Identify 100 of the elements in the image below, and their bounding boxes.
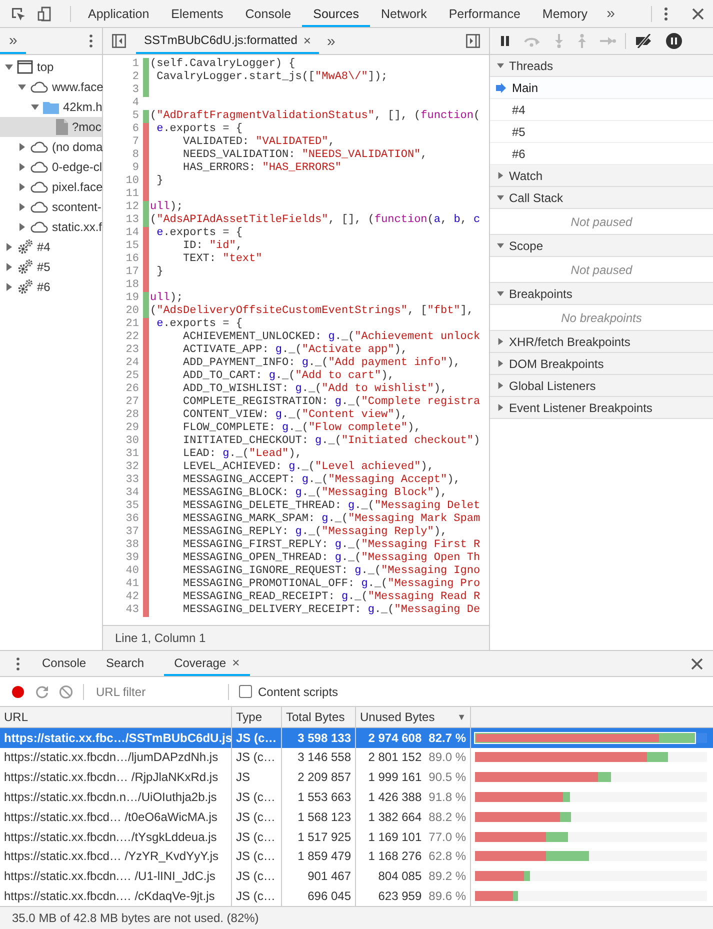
line-number: 12: [124, 201, 140, 214]
panel-tab[interactable]: Console: [234, 0, 302, 27]
table-row[interactable]: https://static.xx.fbcdn.… /U1-lINI_JdC.js JS (c… 901 467 804 085 89.2 %: [0, 866, 713, 886]
menu-icon[interactable]: [664, 6, 668, 20]
table-row[interactable]: https://static.xx.fbcd… /t0eO6aWicMA.js JS (c… 1 568 123 1 382 664 88.2 %: [0, 806, 713, 827]
close-tab-button[interactable]: ×: [232, 655, 240, 670]
code-line: ("AdsDeliveryOffsiteCustomEventStrings", ["fbt"],: [149, 305, 474, 318]
close-tab-button[interactable]: ×: [303, 32, 311, 48]
disclosure-triangle-icon[interactable]: [18, 223, 26, 231]
panel-tab[interactable]: Memory: [531, 0, 599, 27]
disclosure-triangle-icon[interactable]: [497, 404, 504, 411]
close-icon[interactable]: [692, 8, 704, 20]
panel-tab[interactable]: Performance: [438, 0, 532, 27]
thread-row[interactable]: #4: [490, 99, 713, 121]
section-header[interactable]: XHR/fetch Breakpoints: [490, 331, 713, 353]
disclosure-triangle-icon[interactable]: [18, 163, 26, 171]
section-header[interactable]: Event Listener Breakpoints: [490, 397, 713, 419]
disclosure-triangle-icon[interactable]: [497, 62, 504, 69]
disclosure-triangle-icon[interactable]: [497, 242, 504, 249]
disclosure-triangle-icon[interactable]: [18, 183, 26, 191]
deactivate-breakpoints-icon[interactable]: [635, 34, 653, 48]
file-tab[interactable]: SSTmBUbC6dU.js:formatted ×: [136, 28, 319, 54]
panel-tab[interactable]: Network: [370, 0, 438, 27]
unused-bytes: 1 426 388: [368, 790, 422, 804]
disclosure-triangle-icon[interactable]: [18, 83, 26, 91]
column-header[interactable]: URL: [4, 710, 28, 724]
tree-item[interactable]: #5: [0, 257, 102, 277]
line-number: 16: [124, 253, 140, 266]
disclosure-triangle-icon[interactable]: [497, 194, 504, 201]
drawer-tab[interactable]: Search: [96, 651, 154, 676]
device-icon[interactable]: [37, 6, 53, 22]
section-header[interactable]: Watch: [490, 165, 713, 187]
section-header[interactable]: DOM Breakpoints: [490, 353, 713, 375]
tree-item[interactable]: top: [0, 57, 102, 77]
table-cell: JS (c…: [236, 730, 277, 745]
line-number: 26: [124, 383, 140, 396]
section-header[interactable]: Global Listeners: [490, 375, 713, 397]
tree-item[interactable]: static.xx.f: [0, 217, 102, 237]
column-header[interactable]: Type: [236, 710, 262, 724]
menu-icon[interactable]: [89, 34, 93, 48]
section-header[interactable]: Call Stack: [490, 187, 713, 209]
table-row[interactable]: https://static.xx.fbcdn.…/tYsgkLddeua.js JS (c… 1 517 925 1 169 101 77.0 %: [0, 826, 713, 847]
tree-item[interactable]: (no doma: [0, 137, 102, 157]
disclosure-triangle-icon[interactable]: [497, 338, 504, 345]
disclosure-triangle-icon[interactable]: [5, 63, 13, 71]
code-line: (self.CavalryLogger) {: [149, 58, 296, 71]
panel-tab[interactable]: Application: [77, 0, 160, 27]
code-line: ACHIEVEMENT_UNLOCKED: g._("Achievement unlock: [182, 331, 480, 344]
record-icon[interactable]: [11, 684, 25, 698]
pause-on-exceptions-icon[interactable]: [666, 33, 682, 49]
line-number: 33: [124, 474, 140, 487]
disclosure-triangle-icon[interactable]: [497, 290, 504, 297]
menu-icon[interactable]: [16, 656, 20, 670]
clear-icon[interactable]: [59, 684, 73, 698]
sidebar-toggle-icon[interactable]: [466, 34, 480, 48]
column-header[interactable]: Unused Bytes: [360, 710, 435, 724]
more-tabs-button[interactable]: »: [318, 32, 344, 50]
disclosure-triangle-icon[interactable]: [18, 143, 26, 151]
disclosure-triangle-icon[interactable]: [497, 382, 504, 389]
tree-item[interactable]: www.face: [0, 77, 102, 97]
tree-item[interactable]: 42km.h: [0, 97, 102, 117]
drawer-tab[interactable]: Coverage ×: [164, 651, 250, 676]
panel-tab[interactable]: Elements: [160, 0, 234, 27]
section-header[interactable]: Scope: [490, 235, 713, 257]
table-row[interactable]: https://static.xx.fbcdn… /RjpJlaNKxRd.js JS 2 209 857 1 999 161 90.5 %: [0, 767, 713, 788]
thread-row[interactable]: #5: [490, 121, 713, 143]
table-row[interactable]: https://static.xx.fbcd… /YzYR_KvdYyY.js JS (c… 1 859 479 1 168 276 62.8 %: [0, 846, 713, 866]
disclosure-triangle-icon[interactable]: [497, 172, 504, 179]
cloud-icon: [30, 81, 48, 93]
tree-item[interactable]: #4: [0, 237, 102, 257]
table-row[interactable]: https://static.xx.fbcdn…/ljumDAPzdNh.js JS (c… 3 146 558 2 801 152 89.0 %: [0, 748, 713, 768]
tree-item[interactable]: pixel.face: [0, 177, 102, 197]
inspect-icon[interactable]: [10, 6, 26, 22]
tree-item[interactable]: #6: [0, 277, 102, 297]
tree-item[interactable]: 0-edge-cl: [0, 157, 102, 177]
close-icon[interactable]: [691, 658, 703, 670]
section-header[interactable]: Breakpoints: [490, 283, 713, 305]
section-header[interactable]: Threads: [490, 55, 713, 77]
disclosure-triangle-icon[interactable]: [18, 203, 26, 211]
column-header[interactable]: Total Bytes: [286, 710, 345, 724]
code-line: e.exports = {: [156, 227, 242, 240]
more-tabs-button[interactable]: »: [598, 5, 623, 22]
table-cell: 2 209 857: [298, 770, 351, 784]
disclosure-triangle-icon[interactable]: [5, 263, 13, 271]
section-title: Call Stack: [509, 190, 564, 204]
table-row[interactable]: https://static.xx.fbcdn.n…/UiOIuthja2b.js JS (c… 1 553 663 1 426 388 91.8 %: [0, 787, 713, 807]
code-line: MESSAGING_FIRST_REPLY: g._("Messaging First R: [182, 539, 480, 552]
code-line: TEXT: "text": [182, 253, 262, 266]
tree-item[interactable]: scontent-: [0, 197, 102, 217]
disclosure-triangle-icon[interactable]: [5, 243, 13, 251]
pause-icon[interactable]: [500, 35, 510, 47]
disclosure-triangle-icon[interactable]: [497, 360, 504, 367]
drawer-tab[interactable]: Console: [32, 651, 96, 676]
table-cell: JS (c…: [236, 830, 276, 844]
reload-icon[interactable]: [35, 684, 49, 698]
content-scripts-checkbox[interactable]: [239, 685, 252, 698]
tree-item[interactable]: ?moc: [0, 117, 102, 137]
disclosure-triangle-icon[interactable]: [31, 103, 39, 111]
sidebar-toggle-icon[interactable]: [112, 34, 126, 48]
disclosure-triangle-icon[interactable]: [5, 283, 13, 291]
